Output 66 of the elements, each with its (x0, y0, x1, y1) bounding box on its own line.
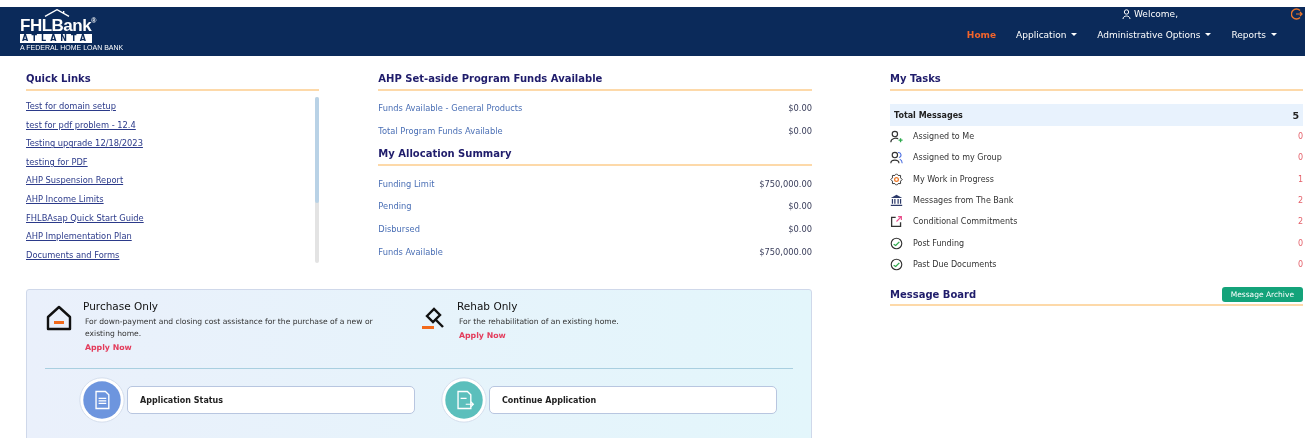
section-title: Quick Links (26, 73, 320, 91)
action-button[interactable]: Continue Application (489, 386, 777, 414)
quick-link[interactable]: FHLBAsap Quick Start Guide (26, 208, 144, 228)
allocation-value: $750,000.00 (759, 246, 812, 257)
document-icon (79, 377, 125, 423)
check-circle-icon (890, 236, 903, 250)
task-link[interactable]: Messages from The Bank (913, 196, 1298, 206)
fund-value: $0.00 (788, 126, 812, 137)
allocation-label: Funds Available (378, 246, 443, 257)
quick-link[interactable]: AHP Income Limits (26, 189, 104, 209)
scrollbar[interactable] (315, 97, 320, 263)
section-title: AHP Set-aside Program Funds Available (378, 73, 812, 91)
task-link[interactable]: Assigned to Me (913, 132, 1298, 142)
task-count: 1 (1297, 174, 1303, 184)
user-add-icon (890, 130, 903, 144)
program-title: Purchase Only (83, 300, 160, 312)
section-title: Message Board (890, 289, 977, 301)
task-link[interactable]: Conditional Commitments (913, 217, 1298, 227)
gear-icon (890, 172, 903, 186)
nav-item[interactable]: Administrative Options (1087, 30, 1222, 40)
task-count: 0 (1297, 132, 1303, 142)
task-count: 0 (1297, 153, 1303, 163)
quick-link[interactable]: Test for domain setup (26, 97, 116, 116)
caret-icon (1271, 33, 1277, 37)
caret-icon (1205, 33, 1212, 37)
allocation-value: $750,000.00 (759, 178, 812, 189)
section-title: My Allocation Summary (378, 148, 812, 167)
task-link[interactable]: Assigned to my Group (913, 153, 1298, 163)
section-title: My Tasks (890, 73, 1303, 91)
task-count: 2 (1297, 217, 1303, 227)
quick-link[interactable]: testing for PDF (26, 152, 88, 172)
quick-link[interactable]: Documents and Forms (26, 245, 120, 265)
task-link[interactable]: Past Due Documents (913, 259, 1298, 269)
group-icon (890, 151, 903, 165)
quick-link[interactable]: AHP Implementation Plan (26, 227, 132, 246)
action-button[interactable]: Application Status (127, 386, 415, 414)
logout-icon[interactable] (1291, 7, 1303, 20)
nav-item[interactable]: Application (1006, 30, 1088, 40)
nav-item[interactable]: Home (956, 30, 1007, 40)
allocation-value: $0.00 (788, 224, 812, 235)
welcome-text: Welcome, (1133, 8, 1178, 19)
task-count: 0 (1297, 259, 1303, 269)
total-label: Total Messages (894, 110, 963, 120)
bank-icon (890, 194, 903, 208)
task-link[interactable]: Post Funding (913, 238, 1298, 248)
external-link-icon (890, 215, 903, 229)
fund-value: $0.00 (788, 103, 812, 114)
allocation-label: Funding Limit (378, 178, 435, 189)
quick-link[interactable]: Testing upgrade 12/18/2023 (26, 134, 143, 153)
nav-item[interactable]: Reports (1221, 30, 1287, 40)
fund-label: Total Program Funds Available (378, 126, 503, 137)
allocation-label: Disbursed (378, 224, 420, 235)
allocation-value: $0.00 (788, 201, 812, 212)
user-icon (1121, 8, 1131, 19)
task-count: 0 (1297, 238, 1303, 248)
allocation-label: Pending (378, 201, 412, 212)
house-icon (45, 304, 73, 332)
quick-link[interactable]: test for pdf problem - 12.4 (26, 115, 136, 135)
check-circle-icon (890, 257, 903, 271)
fund-label: Funds Available - General Products (378, 103, 523, 114)
total-count: 5 (1292, 109, 1299, 121)
program-title: Rehab Only (457, 300, 519, 312)
task-count: 2 (1297, 196, 1303, 206)
quick-link[interactable]: AHP Suspension Report (26, 171, 124, 190)
task-link[interactable]: My Work in Progress (913, 174, 1298, 184)
caret-icon (1071, 33, 1078, 37)
